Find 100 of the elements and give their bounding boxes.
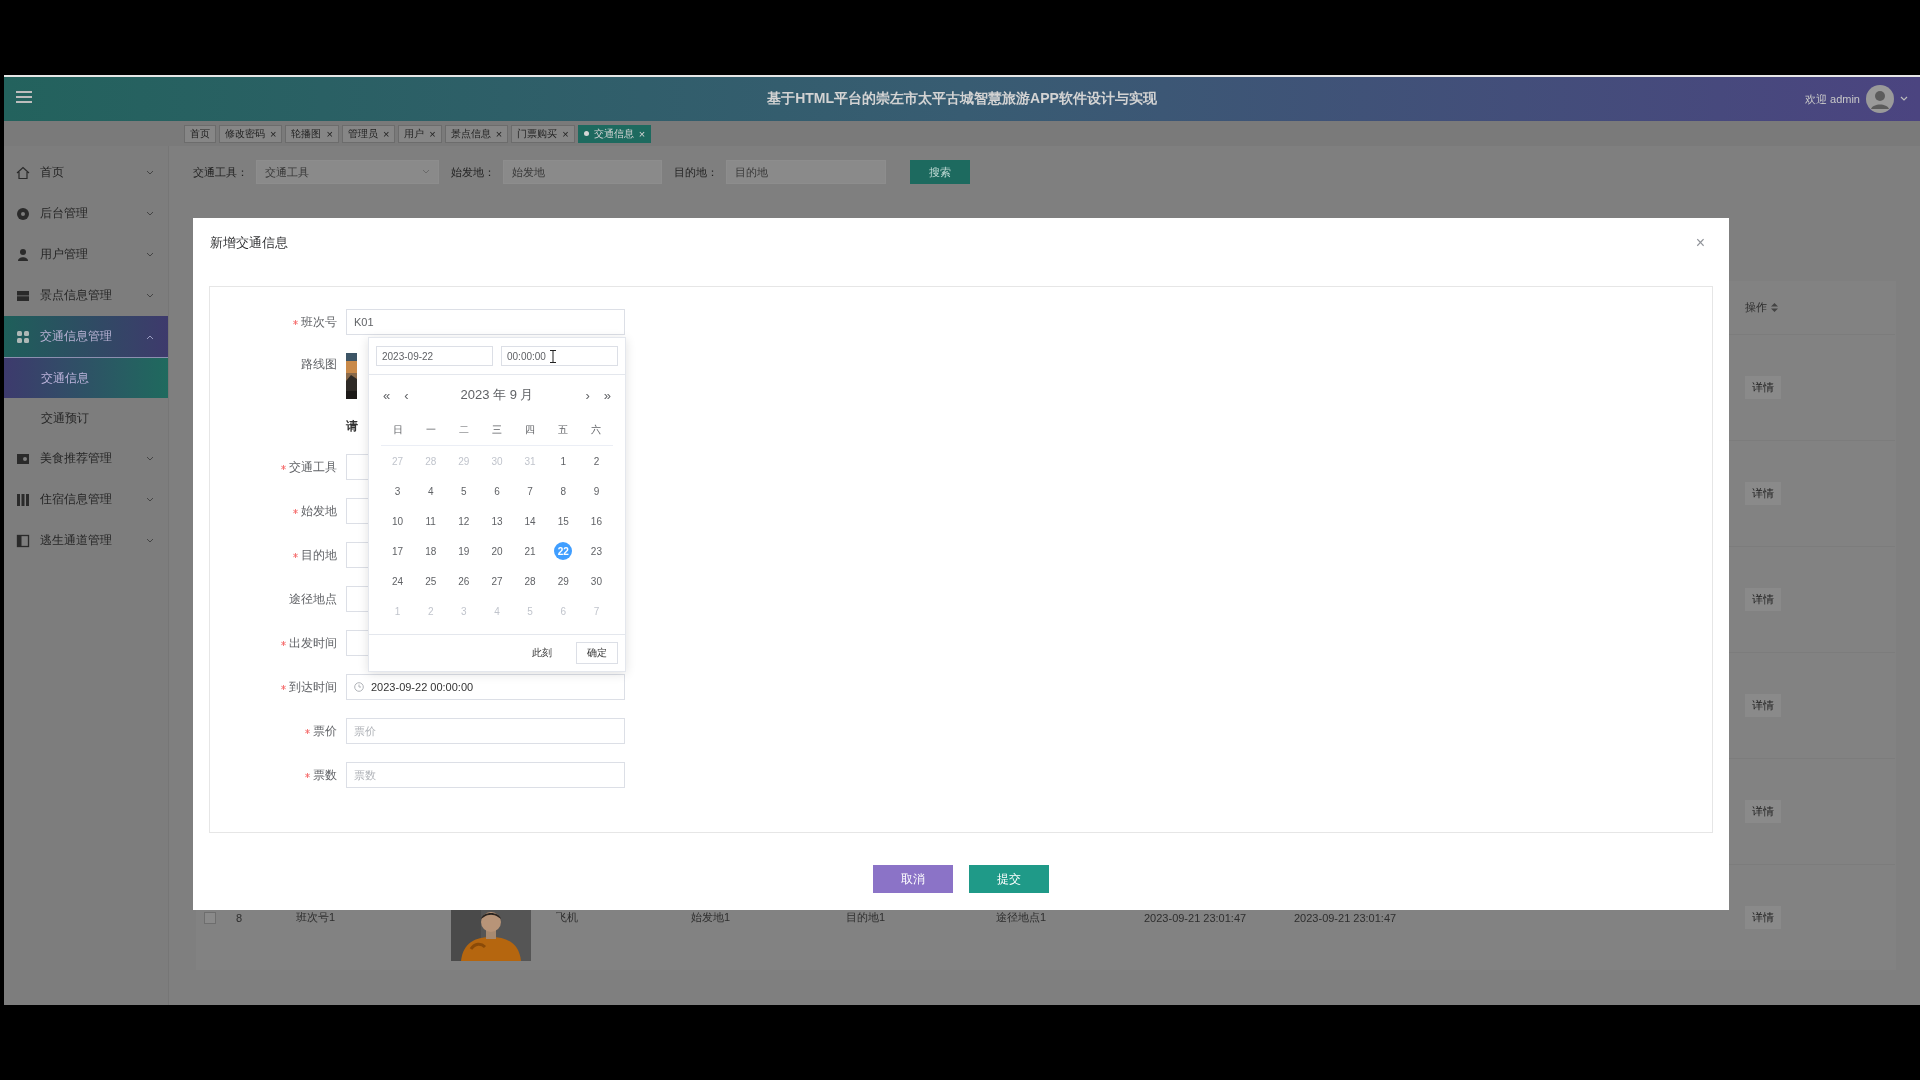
date-time-field[interactable]: 2023-09-22 00:00:00 [346,674,625,700]
calendar-day[interactable]: 23 [587,542,606,560]
nav-item[interactable]: 用户管理 [4,234,168,275]
weekday-label: 三 [492,423,502,437]
details-button[interactable]: 详情 [1745,588,1781,611]
calendar-day[interactable]: 25 [421,572,440,590]
tab-close-button[interactable]: × [382,128,390,139]
checkbox[interactable] [204,911,216,924]
calendar-day[interactable]: 16 [587,512,606,530]
input-field[interactable]: 票价 [346,718,625,744]
calendar-day[interactable]: 6 [488,482,506,500]
calendar-day[interactable]: 5 [454,482,473,500]
weekday-label: 二 [458,423,469,437]
calendar-day[interactable]: 7 [521,482,540,500]
nav-item[interactable]: 景点信息管理 [4,275,168,316]
time-input[interactable]: 00:00:00 [501,346,618,366]
confirm-button[interactable]: 确定 [576,642,618,664]
chevron-down-icon [146,496,154,503]
menu-icon[interactable] [16,90,32,104]
field-label: 票数 [313,766,337,784]
calendar-day[interactable]: 2 [587,452,606,470]
calendar-day[interactable]: 13 [488,512,506,530]
details-button[interactable]: 详情 [1745,694,1781,717]
upload-hint: 请 [346,418,358,434]
home-icon [16,165,30,180]
next-year-button[interactable]: » [601,387,613,403]
calendar-day[interactable]: 11 [421,512,440,530]
nav-subitem[interactable]: 交通信息 [4,358,168,398]
calendar-day[interactable]: 22 [554,542,573,560]
tab-close-button[interactable]: × [638,128,646,139]
next-month-button[interactable]: › [583,387,592,403]
tab[interactable]: 首页 [184,124,216,143]
calendar-day[interactable]: 29 [554,572,573,590]
details-button[interactable]: 详情 [1745,800,1781,823]
tab[interactable]: 交通信息 × [577,124,652,143]
calendar-day[interactable]: 27 [488,572,506,590]
chevron-down-icon [146,210,154,217]
calendar-day[interactable]: 1 [554,452,573,470]
details-button[interactable]: 详情 [1745,906,1781,929]
nav-subitem[interactable]: 交通预订 [4,398,168,438]
calendar-day[interactable]: 26 [454,572,473,590]
calendar-day[interactable]: 10 [388,512,407,530]
calendar-day[interactable]: 14 [521,512,540,530]
chevron-up-icon [146,333,154,340]
nav-item[interactable]: 逃生通道管理 [4,520,168,561]
search-button[interactable]: 搜索 [910,160,970,184]
field-label: 出发时间 [289,634,337,652]
calendar-day[interactable]: 20 [488,542,506,560]
calendar-day[interactable]: 8 [554,482,573,500]
table-cell: 途径地点1 [996,910,1047,925]
nav-item[interactable]: 首页 [4,152,168,193]
tab-close-button[interactable]: × [429,128,436,139]
calendar-day[interactable]: 3 [388,482,407,500]
close-button[interactable]: × [1689,233,1711,253]
now-link[interactable]: 此刻 [526,645,558,661]
previous-year-button[interactable]: « [381,387,393,403]
tab[interactable]: 轮播图 × [285,124,339,143]
avatar-icon[interactable] [1866,85,1894,113]
tab-close-button[interactable]: × [562,128,569,139]
calendar-day[interactable]: 4 [421,482,440,500]
input-field[interactable]: 目的地 [726,160,886,184]
text-cursor-icon [550,350,556,363]
chevron-down-icon [146,169,154,176]
details-button[interactable]: 详情 [1745,376,1781,399]
cancel-button[interactable]: 取消 [873,865,953,893]
date-input[interactable]: 2023-09-22 [376,346,493,366]
tab-close-button[interactable]: × [326,128,333,139]
calendar-day[interactable]: 19 [454,542,473,560]
calendar-day[interactable]: 9 [587,482,606,500]
tab[interactable]: 景点信息 × [444,124,509,143]
calendar-day[interactable]: 21 [521,542,540,560]
sort-icon[interactable] [1771,303,1778,312]
nav-item[interactable]: 后台管理 [4,193,168,234]
input-field[interactable]: 始发地 [503,160,662,184]
submit-button[interactable]: 提交 [969,865,1049,893]
calendar-day[interactable]: 18 [421,542,440,560]
select-field[interactable]: 交通工具 [256,160,439,184]
caret-icon[interactable] [1900,96,1908,102]
tab[interactable]: 门票购买 × [511,124,575,143]
calendar-day[interactable]: 15 [554,512,573,530]
calendar-day[interactable]: 28 [521,572,540,590]
tab-close-button[interactable]: × [495,128,503,139]
calendar-day[interactable]: 30 [587,572,606,590]
tab[interactable]: 修改密码 × [219,124,283,143]
input-field[interactable]: 票数 [346,762,625,788]
calendar-day[interactable]: 12 [454,512,473,530]
panel-icon [16,533,30,548]
nav-item[interactable]: 美食推荐管理 [4,438,168,479]
tab[interactable]: 用户 × [398,124,442,143]
tab[interactable]: 管理员 × [341,124,396,143]
tab-close-button[interactable]: × [270,128,277,139]
calendar-day[interactable]: 24 [388,572,407,590]
nav-item[interactable]: 交通信息管理 [4,316,168,358]
details-button[interactable]: 详情 [1745,482,1781,505]
table-cell: 始发地1 [691,910,731,925]
calendar-day[interactable]: 17 [388,542,407,560]
input-field[interactable]: K01 [346,309,625,335]
previous-month-button[interactable]: ‹ [402,387,411,403]
nav-item[interactable]: 住宿信息管理 [4,479,168,520]
image-icon [16,451,30,466]
